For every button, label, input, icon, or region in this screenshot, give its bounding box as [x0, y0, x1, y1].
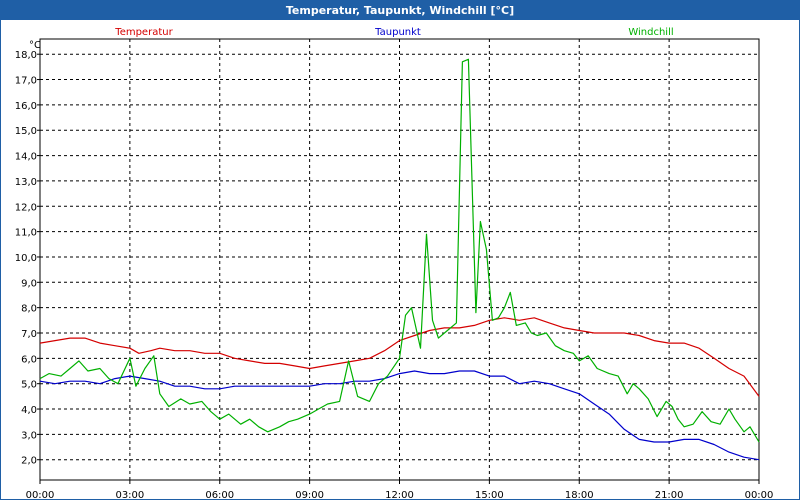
y-tick-label: 17,0	[15, 76, 37, 87]
y-tick-label: 9,0	[21, 278, 37, 289]
legend-entry-taupunkt: Taupunkt	[374, 27, 421, 38]
y-tick-label: 4,0	[21, 405, 37, 416]
y-tick-label: 16,0	[15, 101, 37, 112]
x-tick-time-label: 09:00	[295, 490, 324, 499]
x-tick-time-label: 15:00	[475, 490, 504, 499]
x-tick-time-label: 12:00	[385, 490, 414, 499]
y-axis-unit-label: °C	[29, 40, 41, 51]
y-tick-label: 15,0	[15, 126, 37, 137]
y-tick-label: 13,0	[15, 177, 37, 188]
grid-layer	[40, 39, 759, 480]
chart-area: 2,0 3,0 4,0 5,0 6,0 7,0 8,0 9,0 10,0 11,0 12,0 13,0…	[1, 20, 799, 501]
y-tick-label: 10,0	[15, 253, 37, 264]
x-tick-time-label: 00:00	[26, 490, 55, 499]
x-tick-time-label: 00:00	[745, 490, 774, 499]
y-tick-label: 12,0	[15, 202, 37, 213]
legend-entry-temperatur: Temperatur	[114, 27, 173, 38]
y-tick-label: 11,0	[15, 228, 37, 239]
y-tick-label: 2,0	[21, 456, 37, 467]
window-title: Temperatur, Taupunkt, Windchill [°C]	[1, 1, 799, 20]
chart-window: Temperatur, Taupunkt, Windchill [°C] 2,0…	[0, 0, 800, 501]
y-tick-label: 8,0	[21, 304, 37, 315]
y-tick-label: 3,0	[21, 430, 37, 441]
y-tick-label: 14,0	[15, 152, 37, 163]
y-tick-label: 6,0	[21, 354, 37, 365]
legend-entry-windchill: Windchill	[628, 27, 673, 38]
y-tick-label: 7,0	[21, 329, 37, 340]
x-tick-time-label: 03:00	[115, 490, 144, 499]
y-tick-label: 5,0	[21, 380, 37, 391]
x-tick-time-label: 18:00	[565, 490, 594, 499]
x-tick-time-label: 21:00	[655, 490, 684, 499]
series-line-taupunkt	[39, 370, 760, 461]
line-chart: 2,0 3,0 4,0 5,0 6,0 7,0 8,0 9,0 10,0 11,0 12,0 13,0…	[15, 27, 774, 501]
x-tick-time-label: 06:00	[205, 490, 234, 499]
y-tick-label: 18,0	[15, 50, 37, 61]
legend-layer: Temperatur Taupunkt Windchill	[114, 27, 673, 38]
